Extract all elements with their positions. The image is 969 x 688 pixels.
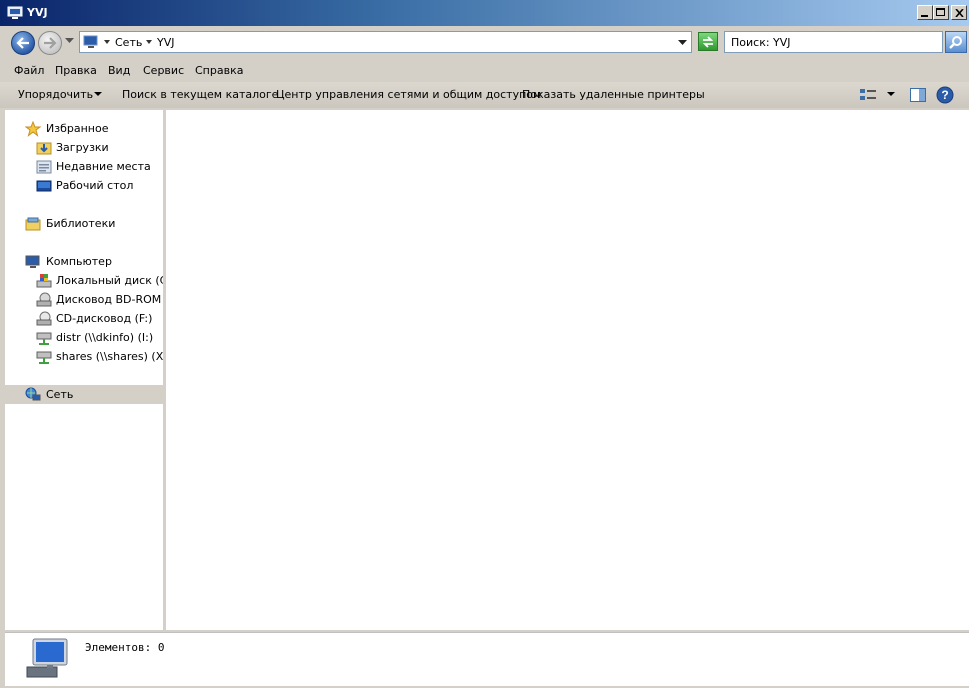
recent-pages-dropdown[interactable] — [65, 38, 74, 44]
bd-drive-icon — [36, 292, 52, 307]
chevron-down-icon[interactable] — [104, 40, 110, 45]
local-disk-icon — [36, 274, 52, 288]
close-icon — [954, 8, 964, 17]
view-dropdown-icon[interactable] — [887, 92, 895, 97]
computer-icon — [25, 255, 40, 268]
arrow-left-icon — [16, 37, 29, 49]
menu-help[interactable]: Справка — [195, 64, 243, 77]
address-bar[interactable]: Сеть YVJ — [79, 31, 692, 53]
title-bar[interactable]: YVJ — [0, 0, 969, 26]
computer-icon — [7, 6, 23, 19]
refresh-button[interactable] — [698, 32, 718, 51]
nav-libraries-label: Библиотеки — [46, 217, 116, 230]
star-icon — [25, 121, 41, 137]
nav-recent-label: Недавние места — [56, 160, 151, 173]
nav-drive-bd[interactable]: Дисковод BD-ROM (E — [5, 290, 163, 309]
nav-drive-c-label: Локальный диск (C:) — [56, 274, 166, 287]
nav-drive-shares-label: shares (\\shares) (X:) — [56, 350, 166, 363]
search-here-button[interactable]: Поиск в текущем каталоге — [122, 88, 278, 101]
nav-computer-label: Компьютер — [46, 255, 112, 268]
nav-computer[interactable]: Компьютер — [5, 252, 163, 271]
minimize-button[interactable] — [917, 5, 933, 20]
file-list-pane[interactable] — [166, 110, 969, 630]
nav-downloads[interactable]: Загрузки — [5, 138, 163, 157]
menu-tools[interactable]: Сервис — [143, 64, 184, 77]
nav-drive-bd-label: Дисковод BD-ROM (E — [56, 293, 166, 306]
address-row: Сеть YVJ Поиск: YVJ — [0, 26, 969, 60]
forward-button[interactable] — [38, 31, 62, 55]
back-button[interactable] — [11, 31, 35, 55]
nav-recent[interactable]: Недавние места — [5, 157, 163, 176]
breadcrumb-yvj[interactable]: YVJ — [157, 36, 175, 49]
help-icon[interactable]: ? — [936, 86, 954, 104]
organize-button[interactable]: Упорядочить — [18, 88, 93, 101]
search-icon — [949, 36, 962, 49]
menu-edit[interactable]: Правка — [55, 64, 97, 77]
close-button[interactable] — [951, 5, 967, 20]
nav-drive-cd-label: CD-дисковод (F:) — [56, 312, 153, 325]
nav-favorites[interactable]: Избранное — [5, 119, 163, 138]
search-placeholder: Поиск: YVJ — [731, 36, 791, 49]
minimize-icon — [921, 14, 928, 17]
nav-network-label: Сеть — [46, 388, 74, 401]
nav-drive-distr[interactable]: distr (\\dkinfo) (I:) — [5, 328, 163, 347]
nav-downloads-label: Загрузки — [56, 141, 109, 154]
show-printers-button[interactable]: Показать удаленные принтеры — [522, 88, 705, 101]
nav-libraries[interactable]: Библиотеки — [5, 214, 163, 233]
command-bar: Упорядочить Поиск в текущем каталоге Цен… — [0, 82, 969, 108]
items-count: Элементов: 0 — [85, 641, 165, 654]
desktop-icon — [36, 180, 52, 192]
window-title: YVJ — [27, 6, 48, 19]
view-options-icon[interactable] — [859, 87, 877, 103]
nav-desktop-label: Рабочий стол — [56, 179, 134, 192]
network-computer-icon — [26, 638, 68, 678]
nav-drive-distr-label: distr (\\dkinfo) (I:) — [56, 331, 154, 344]
downloads-folder-icon — [36, 142, 52, 155]
libraries-icon — [25, 217, 41, 231]
network-drive-icon — [36, 351, 52, 364]
nav-favorites-label: Избранное — [46, 122, 109, 135]
svg-text:?: ? — [941, 88, 948, 102]
refresh-icon — [702, 35, 714, 48]
network-icon — [25, 387, 41, 401]
chevron-down-icon[interactable] — [146, 40, 152, 45]
address-dropdown-icon[interactable] — [678, 40, 687, 46]
search-input[interactable]: Поиск: YVJ — [724, 31, 943, 53]
organize-label: Упорядочить — [18, 88, 94, 101]
search-button[interactable] — [945, 31, 967, 53]
network-icon — [83, 35, 98, 48]
nav-network[interactable]: Сеть — [5, 385, 163, 404]
nav-desktop[interactable]: Рабочий стол — [5, 176, 163, 195]
network-drive-icon — [36, 332, 52, 345]
menu-bar: Файл Правка Вид Сервис Справка — [0, 60, 969, 81]
nav-drive-c[interactable]: Локальный диск (C:) — [5, 271, 163, 290]
cd-drive-icon — [36, 311, 52, 326]
preview-pane-icon[interactable] — [909, 87, 927, 103]
nav-drive-cd[interactable]: CD-дисковод (F:) — [5, 309, 163, 328]
details-pane: Элементов: 0 — [5, 632, 969, 686]
navigation-pane: Избранное Загрузки Недавние места Рабочи… — [5, 110, 166, 630]
breadcrumb-network[interactable]: Сеть — [115, 36, 142, 49]
maximize-icon — [936, 8, 945, 16]
chevron-down-icon[interactable] — [94, 92, 102, 97]
menu-file[interactable]: Файл — [14, 64, 44, 77]
arrow-right-icon — [44, 37, 57, 49]
maximize-button[interactable] — [933, 5, 949, 20]
nav-drive-shares[interactable]: shares (\\shares) (X:) — [5, 347, 163, 366]
network-center-button[interactable]: Центр управления сетями и общим доступом — [276, 88, 541, 101]
menu-view[interactable]: Вид — [108, 64, 130, 77]
recent-places-icon — [36, 160, 52, 174]
